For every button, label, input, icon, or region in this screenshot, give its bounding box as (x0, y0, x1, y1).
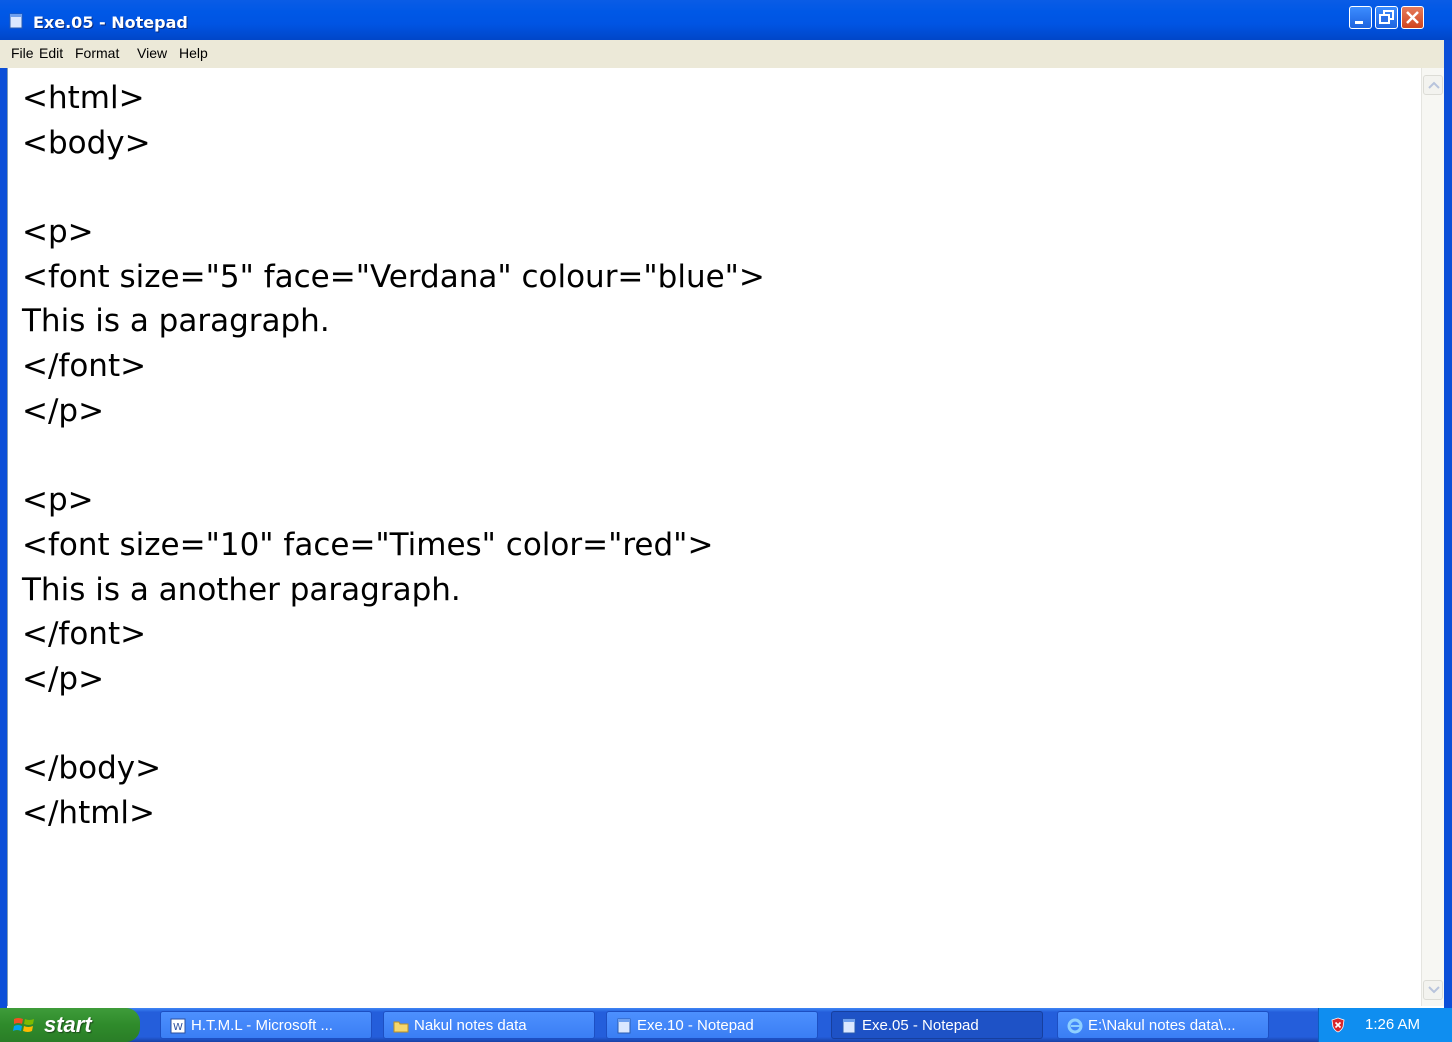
window-title: Exe.05 - Notepad (33, 13, 188, 32)
task-label: Exe.05 - Notepad (862, 1017, 979, 1034)
window-frame-left (0, 68, 7, 1008)
folder-icon (393, 1021, 409, 1033)
windows-flag-icon (13, 1018, 34, 1032)
security-shield-icon[interactable] (1330, 1017, 1346, 1033)
editor-line: </html> (22, 795, 156, 831)
editor-line: <p> (22, 482, 94, 519)
editor-line: This is a another paragraph. (22, 571, 461, 608)
taskbar-item-word[interactable]: W H.T.M.L - Microsoft ... (160, 1011, 372, 1039)
scroll-up-button[interactable] (1423, 75, 1443, 95)
start-button[interactable]: start (0, 1008, 140, 1042)
menu-view[interactable]: View (137, 45, 167, 61)
menu-help[interactable]: Help (179, 45, 208, 61)
menu-edit[interactable]: Edit (39, 45, 63, 61)
clock[interactable]: 1:26 AM (1365, 1016, 1420, 1033)
task-label: H.T.M.L - Microsoft ... (191, 1017, 333, 1034)
editor-line: </font> (22, 348, 147, 385)
close-button[interactable] (1401, 6, 1424, 29)
editor-line: </p> (22, 660, 105, 697)
scroll-down-button[interactable] (1423, 980, 1443, 1000)
svg-text:W: W (173, 1022, 183, 1033)
taskbar-item-folder[interactable]: Nakul notes data (383, 1011, 595, 1039)
task-label: Nakul notes data (414, 1017, 527, 1034)
word-icon: W (170, 1018, 186, 1034)
taskbar: start W H.T.M.L - Microsoft ... Nakul no… (0, 1008, 1452, 1042)
internet-explorer-icon (1067, 1018, 1083, 1034)
task-label: E:\Nakul notes data\... (1088, 1017, 1236, 1034)
close-icon (1406, 11, 1419, 24)
system-tray: 1:26 AM (1318, 1008, 1452, 1042)
editor-line: </p> (22, 392, 105, 429)
text-editor[interactable]: <html> <body> <p> <font size="5" face="V… (7, 68, 1428, 1006)
chevron-down-icon (1428, 986, 1440, 994)
editor-line: <font size="5" face="Verdana" colour="bl… (22, 258, 765, 295)
editor-line: This is a paragraph. (22, 303, 330, 340)
menu-file[interactable]: File (11, 45, 34, 61)
editor-line: </font> (22, 616, 147, 653)
editor-line: <body> (22, 124, 151, 161)
vertical-scrollbar[interactable] (1421, 68, 1445, 1006)
editor-line: <p> (22, 214, 94, 251)
start-label: start (44, 1012, 92, 1037)
editor-line: </body> (22, 750, 162, 787)
editor-line: <html> (22, 80, 145, 116)
title-bar[interactable]: Exe.05 - Notepad (0, 0, 1452, 40)
minimize-button[interactable] (1349, 6, 1372, 29)
task-label: Exe.10 - Notepad (637, 1017, 754, 1034)
menu-bar: File Edit Format View Help (0, 40, 1452, 69)
taskbar-item-exe05-notepad[interactable]: Exe.05 - Notepad (831, 1011, 1043, 1039)
restore-button[interactable] (1375, 6, 1398, 29)
minimize-icon (1355, 21, 1363, 24)
taskbar-item-exe10-notepad[interactable]: Exe.10 - Notepad (606, 1011, 818, 1039)
restore-icon (1379, 10, 1394, 24)
notepad-icon (842, 1018, 856, 1034)
notepad-icon (9, 13, 23, 29)
editor-lines: <html> <body> <p> <font size="5" face="V… (22, 76, 765, 836)
menu-format[interactable]: Format (75, 45, 119, 61)
chevron-up-icon (1428, 81, 1440, 89)
taskbar-item-internet-explorer[interactable]: E:\Nakul notes data\... (1057, 1011, 1269, 1039)
window-frame-right (1444, 40, 1452, 1008)
notepad-icon (617, 1018, 631, 1034)
editor-line: <font size="10" face="Times" color="red"… (22, 526, 714, 563)
